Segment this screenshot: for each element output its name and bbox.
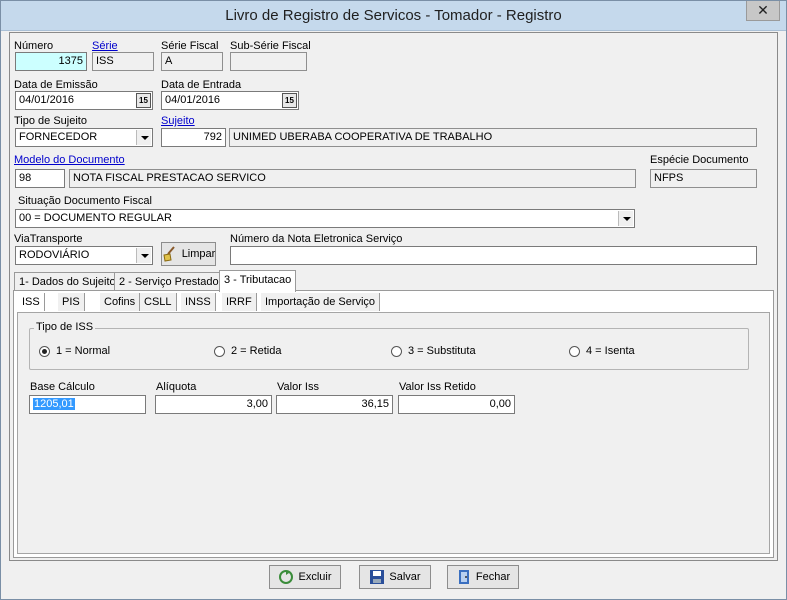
aliquota-field[interactable]: 3,00 (155, 395, 272, 414)
subtab-iss[interactable]: ISS (18, 293, 45, 311)
radio-substituta[interactable] (391, 346, 402, 357)
chevron-down-icon[interactable] (136, 248, 151, 263)
data-emissao-label: Data de Emissão (14, 79, 98, 91)
numero-label: Número (14, 40, 54, 52)
valor-iss-field[interactable]: 36,15 (276, 395, 393, 414)
app-window: Livro de Registro de Servicos - Tomador … (0, 0, 787, 600)
modelo-code-field[interactable]: 98 (15, 169, 65, 188)
limpar-button[interactable]: Limpar (161, 242, 216, 266)
serie-field[interactable]: ISS (92, 52, 154, 71)
salvar-label: Salvar (389, 571, 421, 583)
fechar-label: Fechar (475, 571, 511, 583)
via-transporte-select[interactable]: RODOVIÁRIO (15, 246, 153, 265)
tributacao-panel: ISS PIS Cofins CSLL INSS IRRF Importação… (13, 290, 774, 558)
tipo-sujeito-label: Tipo de Sujeito (14, 115, 87, 127)
tab-tributacao[interactable]: 3 - Tributacao (219, 270, 297, 292)
base-calculo-label: Base Cálculo (30, 381, 95, 393)
aliquota-label: Alíquota (156, 381, 197, 393)
modelo-name-field[interactable]: NOTA FISCAL PRESTACAO SERVICO (69, 169, 636, 188)
radio-normal[interactable] (39, 346, 50, 357)
data-emissao-value: 04/01/2016 (19, 94, 75, 106)
subtab-csll[interactable]: CSLL (140, 293, 177, 311)
base-calculo-field[interactable]: 1205,01 (29, 395, 146, 414)
data-entrada-value: 04/01/2016 (165, 94, 221, 106)
iss-panel: Tipo de ISS 1 = Normal 2 = Retida 3 = Su… (17, 312, 770, 554)
especie-documento-field[interactable]: NFPS (650, 169, 757, 188)
radio-isenta-label[interactable]: 4 = Isenta (586, 345, 635, 357)
excluir-button[interactable]: Excluir (269, 565, 341, 589)
exit-door-icon (456, 569, 472, 585)
broom-icon (162, 246, 178, 262)
save-icon (369, 569, 385, 585)
tab-dados-sujeito[interactable]: 1- Dados do Sujeito (14, 272, 121, 292)
recycle-icon (278, 569, 294, 585)
serie-link[interactable]: Série (92, 40, 118, 52)
subtab-pis[interactable]: PIS (58, 293, 85, 311)
base-calculo-value: 1205,01 (33, 398, 75, 410)
sujeito-code-field[interactable]: 792 (161, 128, 226, 147)
window-title: Livro de Registro de Servicos - Tomador … (225, 7, 562, 24)
modelo-documento-link[interactable]: Modelo do Documento (14, 154, 125, 166)
form-frame: Número 1375 Série ISS Série Fiscal A Sub… (9, 32, 778, 561)
sub-serie-fiscal-label: Sub-Série Fiscal (230, 40, 311, 52)
radio-substituta-label[interactable]: 3 = Substituta (408, 345, 476, 357)
fechar-button[interactable]: Fechar (447, 565, 519, 589)
valor-iss-retido-label: Valor Iss Retido (399, 381, 476, 393)
chevron-down-icon[interactable] (618, 211, 633, 226)
calendar-icon[interactable]: 15 (136, 93, 151, 108)
radio-normal-label[interactable]: 1 = Normal (56, 345, 110, 357)
situacao-documento-select[interactable]: 00 = DOCUMENTO REGULAR (15, 209, 635, 228)
subtab-importacao-servico[interactable]: Importação de Serviço (261, 293, 381, 311)
numero-nota-eletronica-label: Número da Nota Eletronica Serviço (230, 233, 403, 245)
valor-iss-retido-field[interactable]: 0,00 (398, 395, 515, 414)
calendar-icon[interactable]: 15 (282, 93, 297, 108)
tab-servico-prestado[interactable]: 2 - Serviço Prestado (114, 272, 224, 292)
valor-iss-label: Valor Iss (277, 381, 319, 393)
tipo-iss-title: Tipo de ISS (34, 321, 96, 333)
radio-retida[interactable] (214, 346, 225, 357)
close-button[interactable]: ✕ (746, 1, 780, 21)
tipo-sujeito-select[interactable]: FORNECEDOR (15, 128, 153, 147)
numero-nota-eletronica-field[interactable] (230, 246, 757, 265)
tipo-iss-group: Tipo de ISS 1 = Normal 2 = Retida 3 = Su… (29, 321, 749, 370)
tipo-sujeito-value: FORNECEDOR (19, 131, 98, 143)
limpar-label: Limpar (181, 248, 216, 260)
sujeito-link[interactable]: Sujeito (161, 115, 195, 127)
situacao-documento-value: 00 = DOCUMENTO REGULAR (19, 212, 172, 224)
radio-isenta[interactable] (569, 346, 580, 357)
subtab-inss[interactable]: INSS (181, 293, 216, 311)
via-transporte-value: RODOVIÁRIO (19, 249, 90, 261)
data-entrada-label: Data de Entrada (161, 79, 242, 91)
subtab-irrf[interactable]: IRRF (222, 293, 257, 311)
chevron-down-icon[interactable] (136, 130, 151, 145)
serie-fiscal-field[interactable]: A (161, 52, 223, 71)
data-emissao-field[interactable]: 04/01/2016 15 (15, 91, 153, 110)
situacao-documento-label: Situação Documento Fiscal (18, 195, 152, 207)
sub-serie-fiscal-field[interactable] (230, 52, 307, 71)
especie-documento-label: Espécie Documento (650, 154, 749, 166)
salvar-button[interactable]: Salvar (359, 565, 431, 589)
data-entrada-field[interactable]: 04/01/2016 15 (161, 91, 299, 110)
title-bar[interactable]: Livro de Registro de Servicos - Tomador … (1, 1, 786, 31)
serie-fiscal-label: Série Fiscal (161, 40, 219, 52)
numero-field[interactable]: 1375 (15, 52, 87, 71)
excluir-label: Excluir (298, 571, 332, 583)
sujeito-name-field[interactable]: UNIMED UBERABA COOPERATIVA DE TRABALHO (229, 128, 757, 147)
radio-retida-label[interactable]: 2 = Retida (231, 345, 281, 357)
subtab-cofins[interactable]: Cofins (100, 293, 141, 311)
via-transporte-label: ViaTransporte (14, 233, 83, 245)
